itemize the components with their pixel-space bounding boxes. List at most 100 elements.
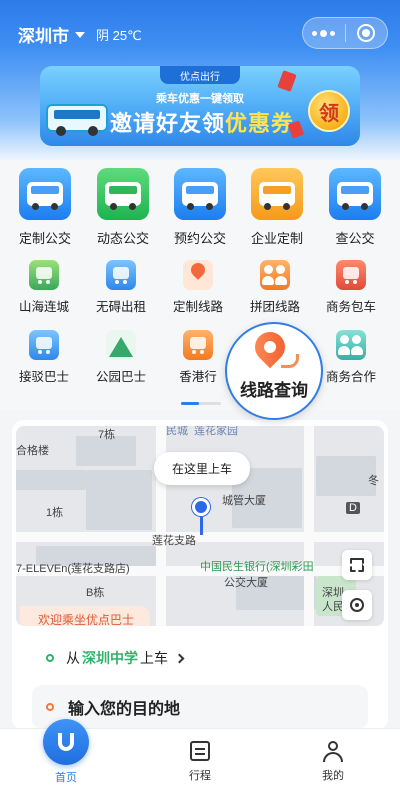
map-label: 中国民生银行(深圳彩田 [200, 561, 314, 573]
brand-tag: 优点出行 [160, 66, 240, 84]
service-label: 山海连城 [18, 300, 69, 314]
dot-icon [320, 29, 328, 37]
promo-banner[interactable]: 优点出行 乘车优惠一键领取 邀请好友领优惠券 领 [40, 66, 360, 146]
claim-coin-badge[interactable]: 领 [308, 90, 350, 132]
chevron-right-icon [174, 653, 185, 663]
map-label: 合格楼 [16, 445, 49, 457]
locate-icon [350, 598, 364, 612]
people-icon [336, 330, 366, 360]
car-icon [183, 330, 213, 360]
location-pin-icon [192, 498, 210, 535]
service-business-coop[interactable]: 商务合作 [313, 330, 389, 385]
map-card: 7栋 民城 莲花家园 合格楼 1栋 城管大厦 莲花支路 7-ELEVEn(莲花支… [12, 420, 388, 730]
service-label: 动态公交 [96, 231, 149, 246]
destination-input[interactable]: 输入您的目的地 [32, 685, 368, 729]
service-label: 查公交 [335, 231, 375, 246]
map-label: 莲花支路 [152, 535, 196, 547]
tab-bar: 首页 行程 我的 [0, 719, 400, 797]
banner-title-highlight: 优惠券 [225, 111, 295, 136]
map-label: 7-ELEVEn(莲花支路店) [16, 563, 130, 575]
map-label: D [346, 502, 360, 514]
banner-title: 邀请好友领优惠券 [110, 106, 294, 138]
brand-label: 优点出行 [180, 71, 220, 83]
shuttle-icon [29, 330, 59, 360]
close-button[interactable] [345, 18, 387, 48]
service-route-search[interactable]: 线路查询 [225, 322, 323, 420]
user-icon [323, 741, 343, 763]
destination-placeholder: 输入您的目的地 [68, 701, 181, 718]
map-label: 城管大厦 [222, 495, 266, 507]
city-label[interactable]: 深圳市 [18, 22, 69, 47]
map-view[interactable]: 7栋 民城 莲花家园 合格楼 1栋 城管大厦 莲花支路 7-ELEVEn(莲花支… [16, 426, 384, 626]
map-road [304, 426, 314, 626]
red-envelope-icon [277, 70, 297, 92]
header: 深圳市 阴 25℃ 优点出行 乘车优惠一键领取 邀请好友领优惠券 领 [0, 0, 400, 160]
more-button[interactable] [303, 18, 345, 48]
page-indicator-active [181, 402, 199, 405]
banner-title-plain: 邀请好友领 [110, 111, 226, 136]
service-reserve-bus[interactable]: 预约公交 [164, 168, 236, 247]
service-label: 商务包车 [325, 300, 376, 314]
service-custom-bus[interactable]: 定制公交 [9, 168, 81, 247]
map-label: B栋 [86, 587, 105, 599]
service-custom-route[interactable]: 定制线路 [160, 260, 236, 315]
service-accessible-taxi[interactable]: 无碍出租 [83, 260, 159, 315]
services-secondary-row-2: 接驳巴士 公园巴士 香港行 商务合作 [0, 330, 400, 390]
services-grid: 定制公交 动态公交 预约公交 企业定制 查公交 山海连城 无碍出租 定制线路 拼… [0, 160, 400, 410]
services-secondary-row-1: 山海连城 无碍出租 定制线路 拼团线路 商务包车 [0, 260, 400, 320]
boarding-station: 深圳中学 [82, 650, 138, 666]
map-label: 1栋 [46, 507, 64, 519]
fullscreen-button[interactable] [342, 550, 372, 580]
dot-icon [330, 30, 336, 36]
service-label: 公园巴士 [95, 370, 146, 384]
map-label: 民城 [166, 426, 188, 437]
map-block [16, 470, 86, 490]
end-dot-icon [46, 703, 54, 711]
tab-label: 我的 [322, 770, 344, 782]
bus-icon [251, 168, 303, 220]
service-label: 商务合作 [325, 370, 376, 384]
service-label: 企业定制 [250, 231, 303, 246]
bus-illustration-icon [46, 104, 108, 136]
service-shuttle[interactable]: 接驳巴士 [6, 330, 82, 385]
boarding-station-row[interactable]: 从 深圳中学 上车 [46, 648, 185, 668]
weather-text: 阴 25℃ [96, 28, 142, 43]
page-indicator [181, 402, 221, 405]
tab-label: 行程 [189, 770, 211, 782]
service-park-bus[interactable]: 公园巴士 [83, 330, 159, 385]
service-dynamic-bus[interactable]: 动态公交 [87, 168, 159, 247]
bus-icon [336, 260, 366, 290]
fullscreen-icon [350, 558, 364, 572]
locate-button[interactable] [342, 590, 372, 620]
service-group-route[interactable]: 拼团线路 [237, 260, 313, 315]
start-dot-icon [46, 654, 54, 662]
itinerary-icon [190, 741, 210, 761]
service-bus-lookup[interactable]: 查公交 [319, 168, 391, 247]
home-icon [43, 719, 89, 765]
service-shanhai[interactable]: 山海连城 [6, 260, 82, 315]
tab-me[interactable]: 我的 [283, 729, 383, 783]
map-label: 莲花家园 [194, 426, 238, 437]
chevron-down-icon[interactable] [75, 31, 85, 38]
service-label: 拼团线路 [249, 300, 300, 314]
service-label: 无碍出租 [95, 300, 146, 314]
target-close-icon [357, 24, 376, 42]
bus-icon [29, 260, 59, 290]
service-label: 定制线路 [172, 300, 223, 314]
service-business-charter[interactable]: 商务包车 [313, 260, 389, 315]
mountain-icon [106, 330, 136, 360]
taxi-icon [106, 260, 136, 290]
map-block [86, 470, 152, 530]
group-icon [260, 260, 290, 290]
city-selector[interactable]: 深圳市 [18, 22, 85, 47]
tab-trips[interactable]: 行程 [150, 729, 250, 783]
service-label: 定制公交 [18, 231, 71, 246]
service-label: 接驳巴士 [18, 370, 69, 384]
map-label: 公交大厦 [224, 577, 268, 589]
boarding-prefix: 从 [66, 650, 80, 666]
dot-icon [312, 30, 318, 36]
bus-icon [19, 168, 71, 220]
map-label: 7栋 [98, 429, 116, 441]
bus-icon [97, 168, 149, 220]
service-enterprise[interactable]: 企业定制 [241, 168, 313, 247]
